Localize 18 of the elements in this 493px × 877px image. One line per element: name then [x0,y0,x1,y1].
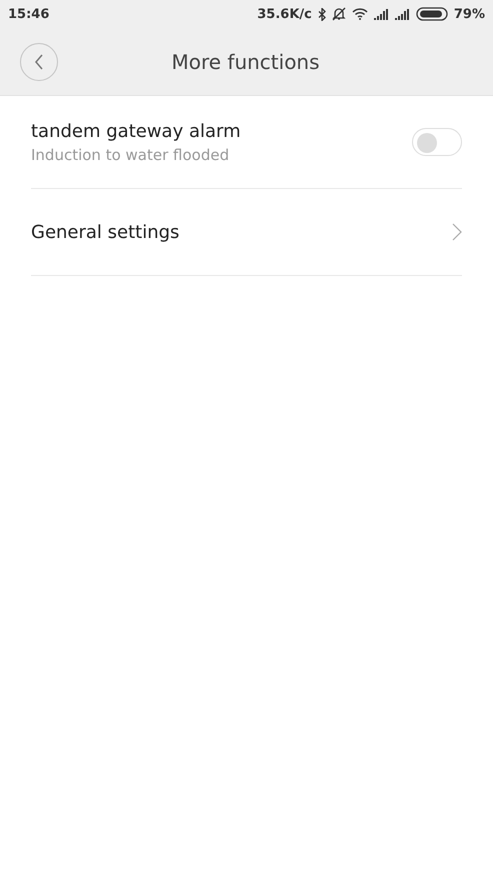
signal-icon [374,8,389,20]
setting-description: Induction to water flooded [31,146,230,164]
network-speed: 35.6K/c [257,6,312,22]
chevron-right-icon [452,223,462,241]
toggle-switch[interactable] [412,128,462,156]
signal-icon [394,8,410,20]
back-button[interactable] [20,42,58,80]
chevron-left-icon [33,52,45,70]
clock: 15:46 [8,6,50,22]
wifi-icon [352,8,368,20]
settings-link[interactable]: General settings [31,189,462,276]
setting-title: tandem gateway alarm [31,120,241,142]
page-title: More functions [171,50,320,74]
battery-percent: 79% [454,6,485,22]
muted-bell-icon [332,7,346,21]
battery-icon [416,7,448,21]
bluetooth-icon [318,8,326,20]
setting-title: General settings [31,222,180,242]
